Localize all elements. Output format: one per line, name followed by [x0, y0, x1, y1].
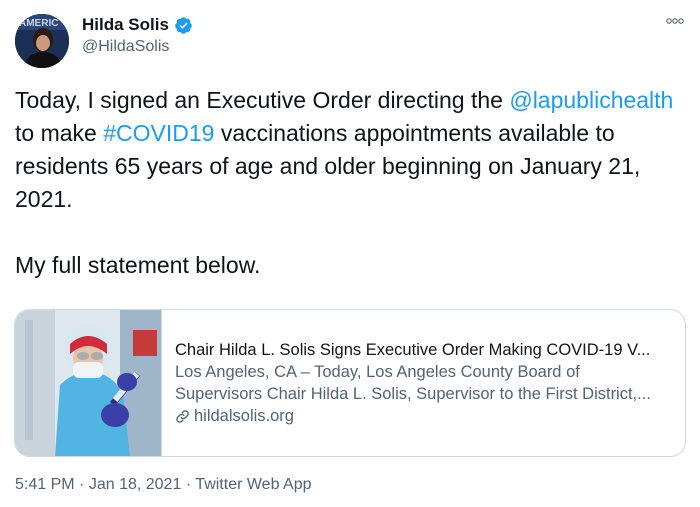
- card-title[interactable]: Chair Hilda L. Solis Signs Executive Ord…: [175, 339, 671, 361]
- tweet-text: Today, I signed an Executive Order direc…: [15, 84, 690, 282]
- card-info: Chair Hilda L. Solis Signs Executive Ord…: [162, 310, 685, 456]
- link-card[interactable]: Chair Hilda L. Solis Signs Executive Ord…: [14, 309, 686, 457]
- tweet-source[interactable]: Twitter Web App: [195, 476, 311, 493]
- tweet-time[interactable]: 5:41 PM: [15, 476, 75, 493]
- mention-link[interactable]: @lapublichealth: [509, 87, 673, 113]
- tweet-paragraph-2: My full statement below.: [15, 252, 261, 278]
- hashtag-link[interactable]: #COVID19: [103, 120, 214, 146]
- tweet: AMERIC Hilda Solis @HildaSolis Today, I …: [0, 0, 700, 507]
- tweet-paragraph-1: Today, I signed an Executive Order direc…: [15, 87, 674, 212]
- verified-badge-icon: [174, 16, 193, 35]
- card-domain-text: hildalsolis.org: [194, 407, 294, 425]
- display-name[interactable]: Hilda Solis: [82, 15, 169, 35]
- card-description: Los Angeles, CA – Today, Los Angeles Cou…: [175, 363, 651, 403]
- avatar[interactable]: AMERIC: [15, 14, 69, 68]
- handle[interactable]: @HildaSolis: [82, 38, 193, 56]
- card-domain: hildalsolis.org: [175, 405, 671, 427]
- tweet-meta: 5:41 PM · Jan 18, 2021 · Twitter Web App: [15, 476, 312, 493]
- card-thumbnail: [15, 310, 162, 456]
- author-block: Hilda Solis @HildaSolis: [82, 14, 193, 56]
- tweet-date[interactable]: Jan 18, 2021: [89, 476, 182, 493]
- svg-text:AMERIC: AMERIC: [19, 18, 58, 29]
- more-options-icon[interactable]: [666, 14, 684, 29]
- link-icon: [176, 409, 189, 423]
